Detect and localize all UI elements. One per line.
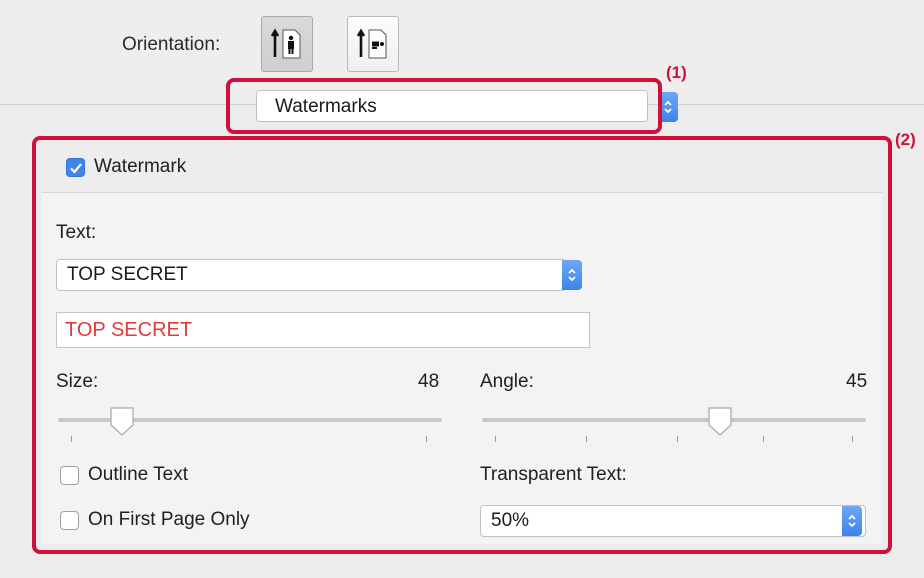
outline-text-label: Outline Text [88,464,188,485]
landscape-orientation-button[interactable] [347,16,399,72]
size-slider-tick [426,436,427,442]
callout-label-1: (1) [666,63,687,82]
angle-value: 45 [846,371,868,392]
watermark-text-value: TOP SECRET [65,319,193,341]
checkmark-icon [70,163,82,174]
chevron-updown-icon [664,100,672,114]
transparent-text-label: Transparent Text: [480,464,627,485]
angle-slider-tick [677,436,678,442]
chevron-updown-icon [568,268,576,282]
text-popup-value: TOP SECRET [67,264,188,285]
angle-slider-knob[interactable] [706,405,734,439]
first-page-only-checkbox[interactable] [60,511,79,530]
orientation-label: Orientation: [122,34,221,55]
watermark-label: Watermark [94,156,187,177]
size-value: 48 [418,371,440,392]
text-popup-stepper[interactable] [562,260,582,290]
size-slider-tick [71,436,72,442]
chevron-updown-icon [848,514,856,528]
transparency-popup[interactable]: 50% [480,505,866,537]
first-page-only-label: On First Page Only [88,509,250,530]
callout-label-2: (2) [895,130,916,149]
transparency-popup-stepper[interactable] [842,506,862,536]
angle-label: Angle: [480,371,534,392]
angle-slider-tick [852,436,853,442]
portrait-orientation-button[interactable] [261,16,313,72]
watermark-checkbox[interactable] [66,158,85,177]
text-label: Text: [56,222,97,243]
angle-slider-tick [763,436,764,442]
transparency-popup-value: 50% [491,510,530,531]
text-popup[interactable]: TOP SECRET [56,259,566,291]
watermark-header: Watermark [42,146,882,193]
angle-slider-tick [495,436,496,442]
size-slider-knob[interactable] [108,405,136,439]
watermark-text-field[interactable]: TOP SECRET [56,312,590,348]
watermark-settings-panel: Watermark Text: TOP SECRET TOP SECRET Si… [42,146,882,544]
portrait-icon [271,28,301,59]
landscape-icon [357,28,387,59]
size-label: Size: [56,371,99,392]
angle-slider-tick [586,436,587,442]
callout-box-1 [226,78,662,134]
angle-slider-track[interactable] [482,418,866,422]
outline-text-checkbox[interactable] [60,466,79,485]
